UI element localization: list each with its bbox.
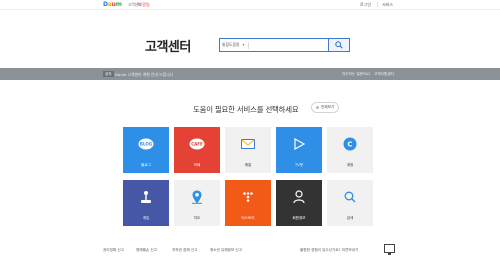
monitor-icon[interactable] [384, 244, 395, 255]
service-tile-6[interactable]: 지도 [174, 180, 220, 226]
svg-text:BLOG: BLOG [140, 142, 152, 147]
service-tile-7[interactable]: 티스토리 [225, 180, 271, 226]
main-content: 도움이 필요한 서비스를 선택하세요 전체보기 [0, 80, 500, 272]
joystick-icon [123, 180, 169, 214]
service-tile-label: 카페 [193, 163, 201, 167]
svg-text:C: C [347, 141, 352, 149]
footer-link-defamation[interactable]: 명예훼손 신고 [136, 248, 157, 253]
dot-icon [316, 106, 319, 109]
footer-link-copyright[interactable]: 저작권 침해 신고 [172, 248, 197, 253]
service-tile-label: 티스토리 [241, 216, 255, 220]
notice-badge: 공지 [103, 71, 114, 77]
footer-link-rights[interactable]: 권리침해 신고 [103, 248, 124, 253]
feedback-text[interactable]: 불편한 경험이 있으신가요? 의견보내기 [300, 248, 358, 253]
top-divider [377, 2, 378, 7]
chevron-down-icon: ▾ [242, 42, 245, 47]
service-tile-label: 블로그 [141, 163, 151, 167]
login-link[interactable]: 로그인 [360, 2, 371, 8]
service-tile-1[interactable]: CAFE 카페 [174, 127, 220, 173]
faq-link[interactable]: 자주하는 질문 [342, 72, 363, 77]
service-tile-2[interactable]: 메일 [225, 127, 271, 173]
view-all-button[interactable]: 전체보기 [311, 102, 340, 113]
service-tile-label: 검색 [346, 216, 354, 220]
support-link[interactable]: 고객지원센터 [374, 72, 394, 77]
top-bar: Daum 고객센터 N 알림 로그인 서비스 [0, 0, 500, 10]
blog-icon: BLOG [123, 127, 169, 161]
view-all-label: 전체보기 [321, 105, 335, 109]
search-icon [327, 180, 373, 214]
service-tile-9[interactable]: 검색 [327, 180, 373, 226]
mail-icon [225, 127, 271, 161]
search-scope-label: 통합도움말 [222, 42, 240, 47]
header: 고객센터 통합도움말 ▾ [0, 10, 500, 68]
search-box[interactable]: 통합도움말 ▾ [219, 38, 328, 52]
tistory-icon [225, 180, 271, 214]
service-tile-5[interactable]: 게임 [123, 180, 169, 226]
play-icon [276, 127, 322, 161]
search-button[interactable] [328, 38, 350, 52]
notification-badge[interactable]: N 알림 [138, 2, 150, 8]
service-tile-label: 회원정보 [292, 216, 306, 220]
page-title: 고객센터 [145, 40, 191, 55]
service-tile-label: TV팟 [295, 163, 303, 167]
map-pin-icon [174, 180, 220, 214]
notice-text[interactable]: Daum 고객센터 개편 안내 드립니다 [115, 72, 173, 78]
service-tile-8[interactable]: 회원정보 [276, 180, 322, 226]
search-scope-select[interactable]: 통합도움말 ▾ [222, 42, 244, 48]
services-menu[interactable]: 서비스 [382, 2, 393, 8]
user-icon [276, 180, 322, 214]
section-headline: 도움이 필요한 서비스를 선택하세요 [193, 105, 299, 114]
service-tile-0[interactable]: BLOG 블로그 [123, 127, 169, 173]
cafe-icon: CAFE [174, 127, 220, 161]
service-tile-label: 지도 [193, 216, 201, 220]
notice-bar: 공지 Daum 고객센터 개편 안내 드립니다 자주하는 질문 FAQ 고객지원… [0, 68, 500, 80]
daum-logo[interactable]: Daum 고객센터 [103, 1, 142, 8]
service-tile-label: 게임 [142, 216, 150, 220]
service-tile-label: 메일 [244, 163, 252, 167]
service-tile-label: 계정 [346, 163, 354, 167]
search-divider [248, 42, 249, 49]
account-c-icon: C [327, 127, 373, 161]
faq-short-link[interactable]: FAQ [363, 72, 370, 76]
service-tile-3[interactable]: TV팟 [276, 127, 322, 173]
search-icon [335, 41, 343, 49]
footer-link-youth[interactable]: 청소년 유해정보 신고 [210, 248, 242, 253]
logo-letter-m: m [115, 1, 122, 8]
service-tile-4[interactable]: C 계정 [327, 127, 373, 173]
svg-text:CAFE: CAFE [191, 142, 203, 147]
